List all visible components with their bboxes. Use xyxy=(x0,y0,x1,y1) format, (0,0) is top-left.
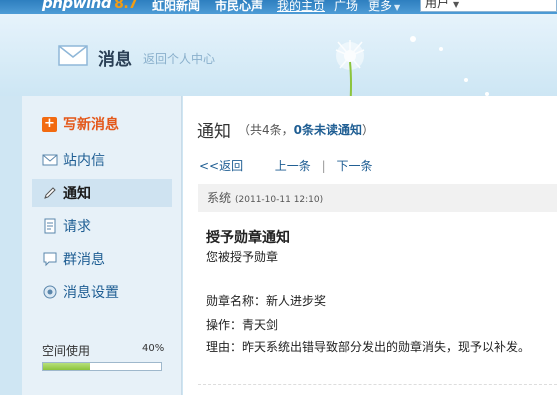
chevron-down-icon: ▼ xyxy=(453,0,460,9)
nav-item-my-home[interactable]: 我的主页 xyxy=(277,0,325,14)
notice-summary: （共4条，0条未读通知） xyxy=(238,123,375,137)
pencil-icon xyxy=(44,187,56,199)
message-intro: 您被授予勋章 xyxy=(206,250,279,264)
message-pager: <<返回 上一条 | 下一条 xyxy=(199,157,373,174)
page-banner: 消息 返回个人中心 xyxy=(0,14,557,96)
top-navigation-bar: phpwind 8.7 虹阳新闻 市民心声 我的主页 广场 更多 ▼ 用户 ▼ xyxy=(0,0,557,14)
medal-name-line: 勋章名称：新人进步奖 xyxy=(206,294,327,308)
compose-label: 写新消息 xyxy=(63,117,119,133)
space-usage-fill xyxy=(43,363,91,370)
back-link[interactable]: <<返回 xyxy=(199,157,243,174)
page-title: 消息 xyxy=(98,50,132,70)
main-content: 通知 （共4条，0条未读通知） <<返回 上一条 | 下一条 系统 (2011-1… xyxy=(183,96,557,395)
envelope-icon xyxy=(58,45,88,66)
document-icon xyxy=(44,218,56,234)
chat-bubble-icon xyxy=(43,252,57,267)
reason-line: 理由：昨天系统出错导致部分发出的勋章消失，现予以补发。 xyxy=(206,340,531,354)
next-link[interactable]: 下一条 xyxy=(337,157,373,174)
sidebar-item-inbox[interactable]: 站内信 xyxy=(32,146,172,174)
message-title: 授予勋章通知 xyxy=(206,230,290,246)
space-usage-label: 空间使用 xyxy=(42,344,91,358)
sidebar-item-requests[interactable]: 请求 xyxy=(32,212,172,240)
section-title: 通知 xyxy=(197,122,231,142)
site-logo[interactable]: phpwind 8.7 xyxy=(42,0,138,12)
message-header: 系统 (2011-10-11 12:10) xyxy=(198,184,557,212)
divider xyxy=(198,384,557,385)
message-category: 系统 xyxy=(207,191,232,205)
sidebar-item-message-settings[interactable]: 消息设置 xyxy=(32,278,172,306)
operator-line: 操作：青天剑 xyxy=(206,318,279,332)
logo-version: 8.7 xyxy=(114,0,138,12)
previous-link[interactable]: 上一条 xyxy=(275,157,311,174)
nav-item-more[interactable]: 更多 ▼ xyxy=(368,0,400,14)
sidebar-item-label: 站内信 xyxy=(63,153,105,169)
space-usage-bar xyxy=(42,362,162,371)
nav-item-news[interactable]: 虹阳新闻 xyxy=(152,0,200,14)
pager-separator: | xyxy=(321,159,326,173)
back-to-profile-link[interactable]: 返回个人中心 xyxy=(143,50,215,67)
compose-message-button[interactable]: + 写新消息 xyxy=(42,114,119,134)
unread-count-link[interactable]: 0条未读通知 xyxy=(294,123,362,137)
space-usage-percent: 40% xyxy=(142,343,165,354)
nav-item-square[interactable]: 广场 xyxy=(334,0,358,14)
sidebar-item-label: 群消息 xyxy=(63,252,105,268)
sidebar-item-group-messages[interactable]: 群消息 xyxy=(32,245,172,273)
nav-item-voice[interactable]: 市民心声 xyxy=(215,0,263,14)
dandelion-decoration xyxy=(335,36,489,96)
plus-icon: + xyxy=(42,116,57,132)
envelope-icon xyxy=(42,154,58,166)
sidebar-item-label: 请求 xyxy=(63,219,91,235)
sidebar-item-label: 通知 xyxy=(63,186,91,202)
sidebar: + 写新消息 站内信 通知 请求 群消息 消息设置 空间使用 40% xyxy=(22,96,182,395)
chevron-down-icon: ▼ xyxy=(394,3,401,12)
message-timestamp: (2011-10-11 12:10) xyxy=(235,195,324,205)
sidebar-item-notices[interactable]: 通知 xyxy=(32,179,172,207)
settings-icon xyxy=(43,285,57,299)
sidebar-item-label: 消息设置 xyxy=(63,285,119,301)
user-dropdown[interactable]: 用户 ▼ xyxy=(420,0,557,12)
